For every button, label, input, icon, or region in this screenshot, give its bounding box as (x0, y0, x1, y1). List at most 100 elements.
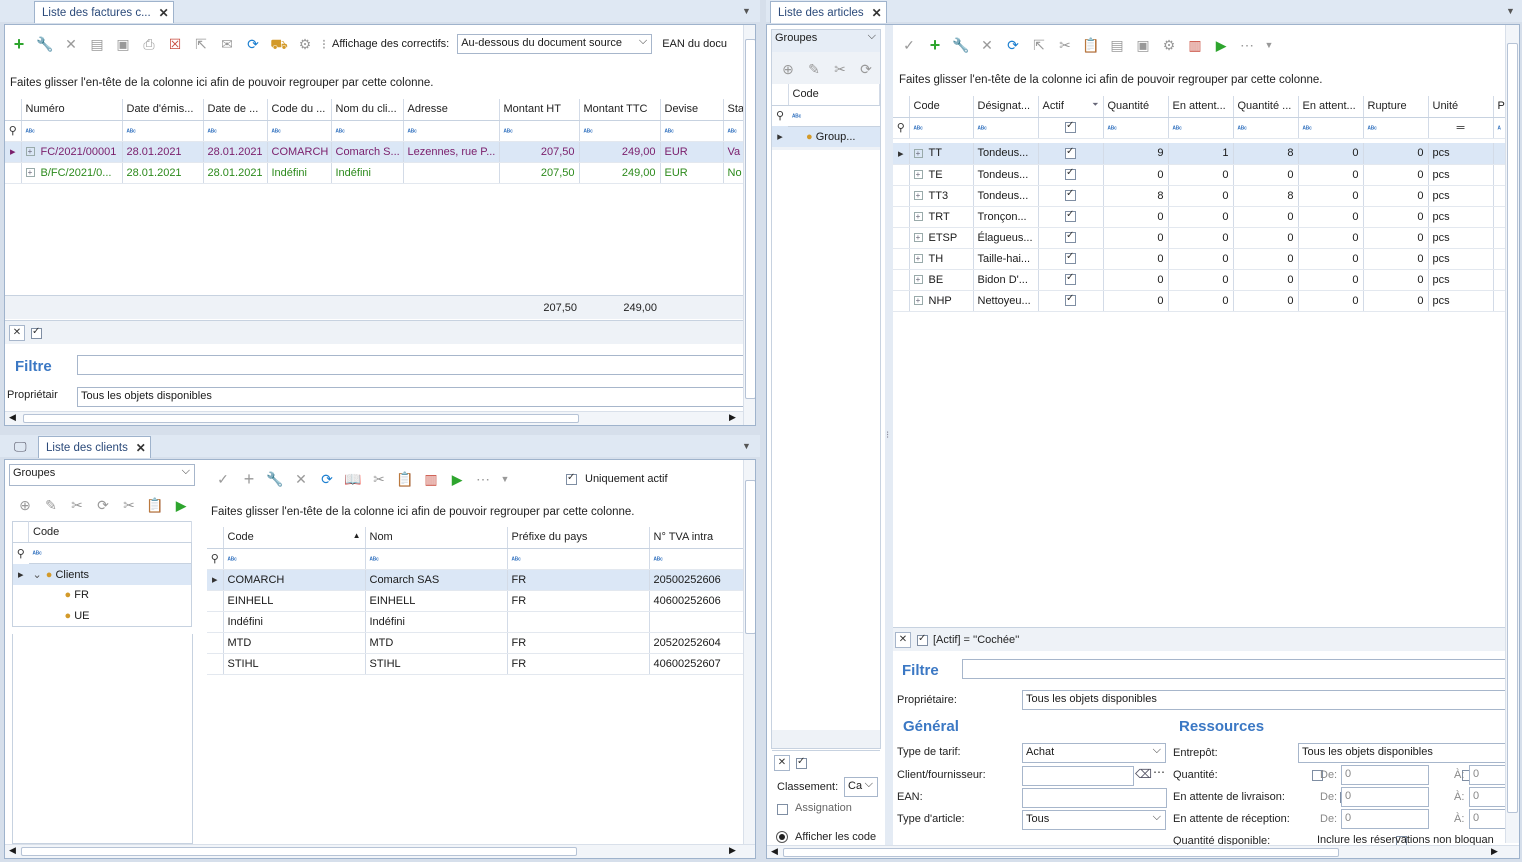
export-icon[interactable]: ⇱ (1028, 34, 1050, 56)
clear-filter-icon[interactable]: ✕ (9, 325, 25, 341)
close-icon[interactable]: ✕ (159, 2, 169, 24)
col-header[interactable]: Montant TTC (579, 99, 661, 121)
scrollbar-thumb[interactable] (745, 480, 755, 634)
filter-cell[interactable]: ᴬᴮᶜ (973, 117, 1039, 139)
col-header[interactable]: P (1493, 96, 1506, 118)
scroll-left-icon[interactable]: ◀ (9, 845, 16, 856)
wrench-icon[interactable]: 🔧 (950, 34, 972, 56)
expand-icon[interactable]: + (913, 170, 923, 180)
groups-select[interactable]: Groupes (9, 464, 195, 486)
refresh-icon[interactable]: ⟳ (1002, 34, 1024, 56)
filter-cell[interactable]: ᴬᴮᶜ (365, 548, 508, 570)
ean-input[interactable] (1022, 788, 1167, 808)
close-icon[interactable]: ✕ (872, 2, 882, 24)
expand-icon[interactable]: + (913, 254, 923, 264)
delete-group-icon[interactable]: ✂ (66, 494, 88, 516)
refresh-icon[interactable]: ⟳ (242, 33, 264, 55)
print-icon[interactable]: ⎙ (138, 33, 160, 55)
eraser-icon[interactable]: ⌫ (1135, 767, 1152, 781)
delete-icon[interactable]: ✕ (60, 33, 82, 55)
col-header[interactable]: Rupture (1363, 96, 1429, 118)
col-header[interactable]: Code du ... (267, 99, 332, 121)
copy-icon[interactable]: ▣ (112, 33, 134, 55)
expand-icon[interactable]: + (913, 233, 923, 243)
check-icon[interactable]: ✓ (212, 468, 234, 490)
chevron-down-icon[interactable]: ▼ (742, 6, 751, 16)
col-header[interactable]: Nom du cli... (331, 99, 404, 121)
paste-icon[interactable]: 📋 (1080, 34, 1102, 56)
tree-item-fr[interactable]: ● FR (13, 585, 192, 606)
filter-cell[interactable]: ᴬᴮᶜ (1168, 117, 1234, 139)
more-icon[interactable]: ⋯ (1153, 765, 1165, 779)
horizontal-scrollbar[interactable]: ◀ ▶ (767, 845, 1519, 858)
table-row[interactable]: +NHPNettoyeu...00000pcs (893, 290, 1506, 312)
filter-cell[interactable]: ᴬᴮᶜ (1363, 117, 1429, 139)
export-icon[interactable]: ⇱ (190, 33, 212, 55)
settings-icon[interactable]: ⚙ (1158, 34, 1180, 56)
refresh-icon[interactable]: ⟳ (855, 58, 877, 80)
paste-icon[interactable]: 📋 (394, 468, 416, 490)
filter-enabled-checkbox[interactable] (917, 633, 928, 646)
expand-icon[interactable]: + (913, 296, 923, 306)
col-header[interactable]: Date de ... (203, 99, 268, 121)
table-row[interactable]: EINHELL EINHELL FR 40600252606 (207, 590, 744, 612)
col-header[interactable]: Nom (365, 527, 508, 549)
col-header[interactable]: En attent... (1168, 96, 1234, 118)
table-row[interactable]: ▸ COMARCH Comarch SAS FR 20500252606 (207, 569, 744, 591)
chart-icon[interactable]: ▥ (1184, 34, 1206, 56)
col-header[interactable]: Sta (723, 99, 746, 121)
filter-input[interactable] (77, 355, 745, 375)
filter-cell[interactable]: ᴬᴮᶜ (723, 120, 746, 142)
col-header[interactable]: Code (909, 96, 974, 118)
add-icon[interactable]: + (238, 468, 260, 490)
col-header[interactable]: Actif ⏷ (1038, 96, 1104, 118)
expand-icon[interactable]: + (913, 148, 923, 158)
filter-cell[interactable]: ᴬᴮᶜ (122, 120, 204, 142)
quantite-from-input[interactable]: 0 (1341, 765, 1429, 785)
filter-cell[interactable]: ᴬᴮᶜ (203, 120, 268, 142)
filter-active-icon[interactable]: ⏷ (1092, 100, 1098, 110)
livraison-to-input[interactable]: 0 (1469, 787, 1507, 807)
wrench-icon[interactable]: 🔧 (34, 33, 56, 55)
delete-group-icon[interactable]: ✂ (829, 58, 851, 80)
reception-to-input[interactable]: 0 (1469, 809, 1507, 829)
col-header[interactable]: Quantité ... (1233, 96, 1299, 118)
cancel-doc-icon[interactable]: ☒ (164, 33, 186, 55)
active-checkbox[interactable] (1065, 209, 1076, 223)
document-icon[interactable]: ▤ (86, 33, 108, 55)
filter-cell[interactable]: ᴬᴮᶜ (28, 542, 192, 564)
scrollbar-thumb[interactable] (21, 847, 577, 856)
expand-icon[interactable]: + (913, 212, 923, 222)
mail-icon[interactable]: ✉ (216, 33, 238, 55)
chevron-down-icon[interactable]: ▼ (1506, 6, 1515, 16)
table-row[interactable]: ▸ + FC/2021/00001 28.01.2021 28.01.2021 C… (5, 141, 746, 163)
refresh-icon[interactable]: ⟳ (316, 468, 338, 490)
filter-checkbox[interactable] (1065, 120, 1076, 134)
paste-icon[interactable]: 📋 (144, 494, 166, 516)
table-row[interactable]: +BEBidon D'...00000pcs (893, 269, 1506, 291)
delete-icon[interactable]: ✕ (290, 468, 312, 490)
filter-input[interactable] (962, 659, 1507, 679)
add-group-icon[interactable]: ⊕ (777, 58, 799, 80)
col-header[interactable]: Montant HT (499, 99, 580, 121)
only-active-checkbox[interactable] (566, 472, 577, 485)
table-row[interactable]: +TETondeus...00000pcs (893, 164, 1506, 186)
type-tarif-select[interactable]: Achat (1022, 743, 1166, 763)
filter-cell[interactable]: ᴬ (1493, 117, 1506, 139)
tree-item-groups[interactable]: ▸ ● Group... (772, 126, 880, 147)
groups-select[interactable]: Groupes (772, 30, 880, 52)
col-header[interactable]: Unité (1428, 96, 1494, 118)
active-checkbox[interactable] (1065, 167, 1076, 181)
table-row[interactable]: +TRTTronçon...00000pcs (893, 206, 1506, 228)
scroll-left-icon[interactable]: ◀ (771, 846, 778, 857)
truck-icon[interactable]: ⛟ (268, 33, 290, 55)
edit-group-icon[interactable]: ✎ (803, 58, 825, 80)
filter-cell[interactable]: ᴬᴮᶜ (788, 105, 880, 127)
filter-cell[interactable]: ᴬᴮᶜ (579, 120, 661, 142)
tab-invoices[interactable]: Liste des factures c... ✕ (34, 1, 174, 23)
expand-icon[interactable]: + (913, 275, 923, 285)
tree-item-ue[interactable]: ● UE (13, 606, 192, 627)
client-input[interactable] (1022, 766, 1134, 786)
col-header[interactable]: Préfixe du pays (507, 527, 650, 549)
col-header[interactable]: N° TVA intra (649, 527, 744, 549)
